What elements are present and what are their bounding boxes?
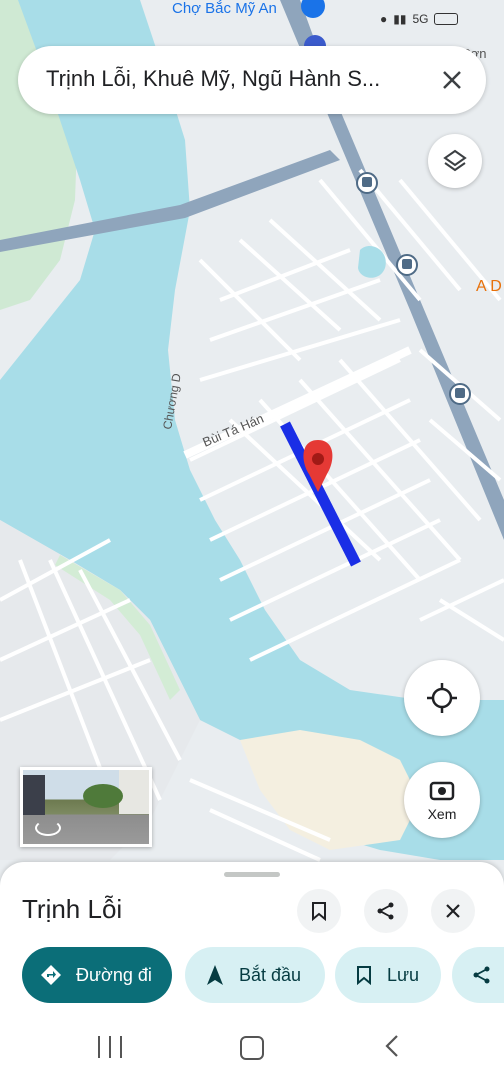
view-button-label: Xem — [427, 806, 457, 822]
bookmark-icon — [312, 902, 326, 921]
layers-button[interactable] — [428, 134, 482, 188]
layers-icon — [443, 149, 467, 172]
directions-label: Đường đi — [76, 964, 152, 985]
bookmark-button[interactable] — [297, 889, 341, 933]
share-chip-button[interactable] — [452, 947, 504, 1003]
crosshair-icon — [427, 683, 457, 713]
close-icon — [446, 904, 460, 918]
close-search-button[interactable] — [436, 64, 468, 96]
recent-apps-icon — [120, 1036, 122, 1058]
street-view-tree — [83, 784, 123, 808]
close-icon — [443, 71, 461, 89]
camera-icon — [429, 781, 455, 801]
signal-icon: ▮▮ — [393, 12, 407, 26]
place-title: Trịnh Lỗi — [22, 894, 123, 924]
share-icon — [377, 902, 394, 920]
share-button[interactable] — [364, 889, 408, 933]
view-button[interactable]: Xem — [404, 762, 480, 838]
recent-apps-icon — [109, 1036, 111, 1058]
network-badge: 5G — [412, 12, 429, 26]
share-icon — [473, 966, 490, 984]
drag-handle[interactable] — [224, 872, 280, 877]
navigation-arrow-icon — [207, 965, 223, 985]
status-icons: ● ▮▮ 5G — [380, 12, 459, 26]
street-view-thumbnail[interactable] — [20, 767, 152, 847]
location-status-icon: ● — [380, 12, 388, 26]
bus-stop-icon[interactable] — [396, 254, 418, 276]
search-query[interactable]: Trịnh Lỗi, Khuê Mỹ, Ngũ Hành S... — [46, 66, 426, 92]
start-label: Bắt đầu — [239, 964, 302, 985]
home-button[interactable] — [240, 1036, 264, 1060]
directions-icon — [41, 965, 61, 985]
search-bar[interactable]: Trịnh Lỗi, Khuê Mỹ, Ngũ Hành S... — [18, 46, 486, 114]
recent-apps-button[interactable] — [98, 1036, 122, 1058]
poi-label-a-d: A D — [476, 278, 502, 295]
directions-button[interactable]: Đường đi — [22, 947, 172, 1003]
street-view-building — [119, 770, 149, 814]
save-label: Lưu — [387, 964, 420, 985]
street-view-building — [23, 775, 45, 815]
back-icon[interactable] — [384, 1034, 400, 1058]
bus-stop-icon[interactable] — [449, 383, 471, 405]
poi-label-cho-bac-my-an[interactable]: Chợ Bắc Mỹ An — [172, 0, 277, 17]
place-bottom-sheet[interactable]: Trịnh Lỗi Đường đi Bắt đầu Lưu — [0, 862, 504, 1012]
recent-apps-icon — [98, 1036, 100, 1058]
system-nav-bar — [0, 1012, 504, 1080]
start-button[interactable]: Bắt đầu — [185, 947, 325, 1003]
close-sheet-button[interactable] — [431, 889, 475, 933]
battery-icon — [434, 13, 459, 25]
street-view-rotate-icon — [35, 820, 61, 836]
bus-stop-icon[interactable] — [356, 172, 378, 194]
save-button[interactable]: Lưu — [335, 947, 441, 1003]
bookmark-icon — [357, 966, 371, 985]
my-location-button[interactable] — [404, 660, 480, 736]
